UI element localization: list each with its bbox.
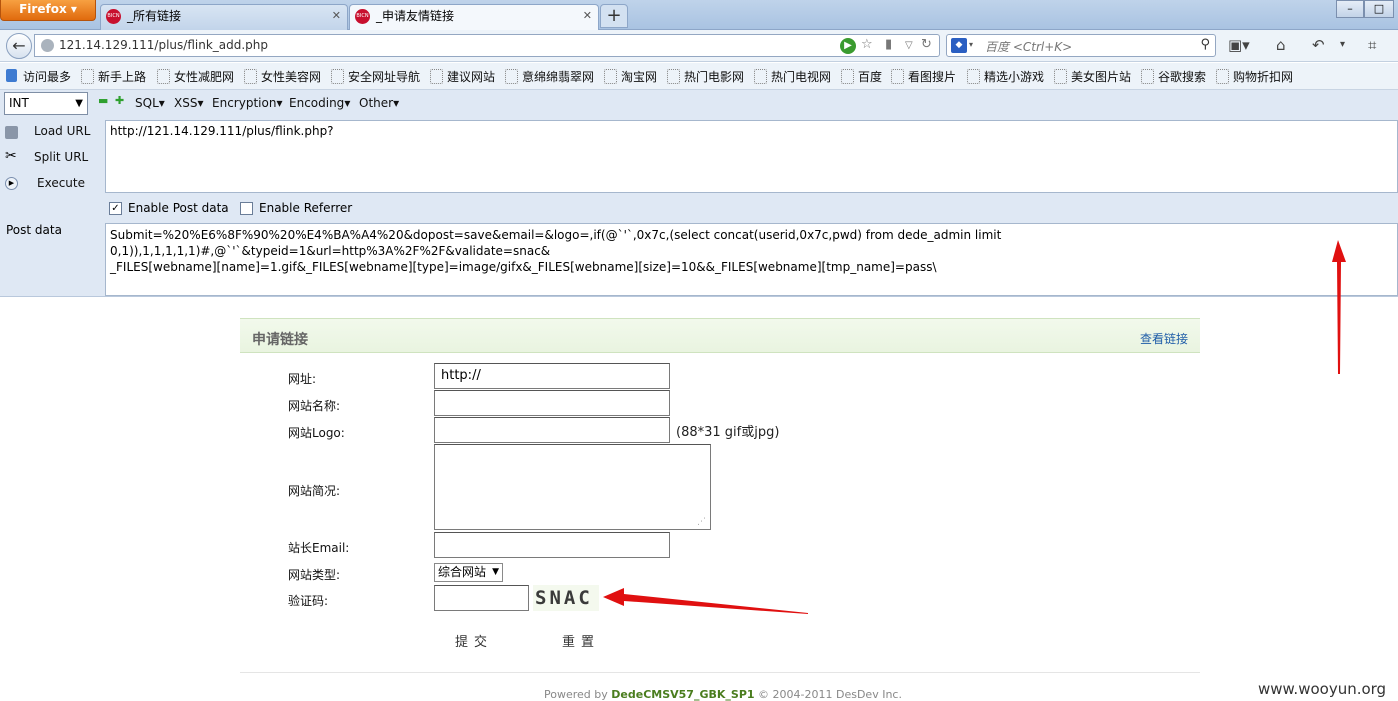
vertical-red-arrow: [1332, 240, 1346, 374]
annotation-arrows: [603, 240, 1346, 614]
horizontal-red-arrow: [603, 588, 808, 614]
